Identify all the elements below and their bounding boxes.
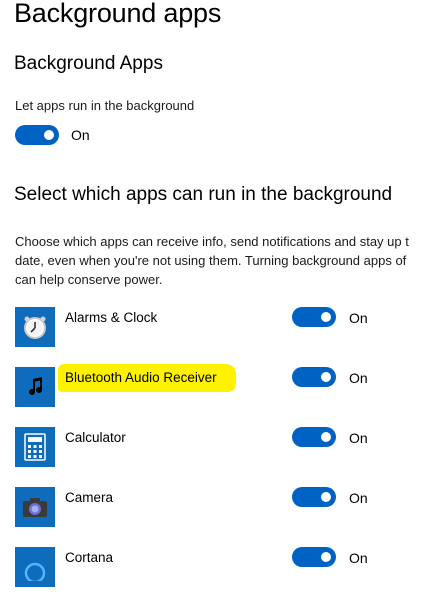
page-title: Background apps — [14, 0, 222, 28]
app-name: Camera — [65, 490, 114, 505]
app-name: Calculator — [65, 430, 126, 445]
app-name: Alarms & Clock — [65, 310, 158, 325]
select-apps-heading: Select which apps can run in the backgro… — [14, 184, 393, 205]
toggle-knob — [44, 130, 54, 140]
cortana-toggle[interactable] — [292, 547, 336, 567]
app-name: Bluetooth Audio Receiver — [65, 370, 217, 385]
toggle-state: On — [349, 490, 368, 506]
toggle-knob — [321, 372, 331, 382]
app-name: Cortana — [65, 550, 114, 565]
alarm-clock-icon — [15, 307, 55, 347]
app-row-cortana: Cortana On — [0, 547, 436, 607]
toggle-state: On — [349, 370, 368, 386]
description-line: Choose which apps can receive info, send… — [15, 234, 409, 249]
toggle-knob — [321, 432, 331, 442]
calculator-icon — [15, 427, 55, 467]
camera-toggle[interactable] — [292, 487, 336, 507]
app-row-calculator: Calculator On — [0, 427, 436, 487]
music-note-icon — [15, 367, 55, 407]
background-apps-toggle-state: On — [71, 127, 90, 143]
calculator-toggle[interactable] — [292, 427, 336, 447]
toggle-state: On — [349, 310, 368, 326]
bluetooth-audio-receiver-toggle[interactable] — [292, 367, 336, 387]
toggle-state: On — [349, 430, 368, 446]
background-apps-toggle[interactable] — [15, 125, 59, 145]
toggle-knob — [321, 492, 331, 502]
toggle-state: On — [349, 550, 368, 566]
alarms-clock-toggle[interactable] — [292, 307, 336, 327]
cortana-icon — [15, 547, 55, 587]
toggle-knob — [321, 552, 331, 562]
description-line: date, even when you're not using them. T… — [15, 253, 407, 268]
app-row-camera: Camera On — [0, 487, 436, 547]
app-row-bluetooth-audio-receiver: Bluetooth Audio Receiver On — [0, 367, 436, 427]
background-apps-heading: Background Apps — [14, 53, 163, 74]
description-line: can help conserve power. — [15, 272, 163, 287]
select-apps-description: Choose which apps can receive info, send… — [15, 232, 436, 289]
camera-icon — [15, 487, 55, 527]
let-apps-run-label: Let apps run in the background — [15, 98, 195, 113]
toggle-knob — [321, 312, 331, 322]
app-row-alarms-clock: Alarms & Clock On — [0, 307, 436, 367]
